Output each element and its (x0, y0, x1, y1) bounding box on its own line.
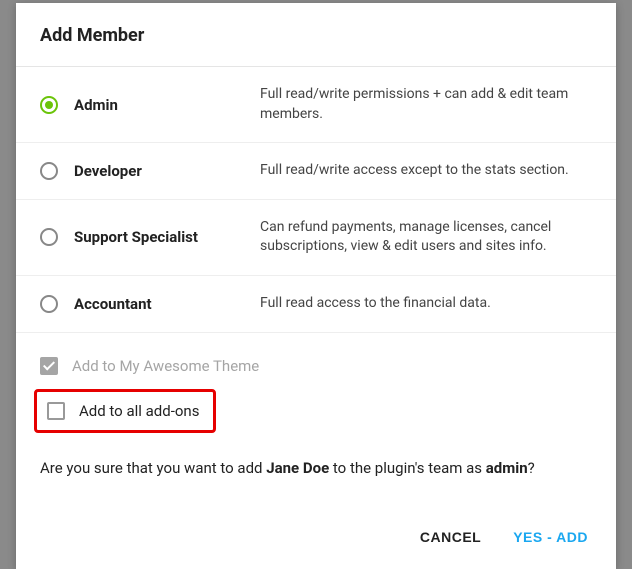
confirm-prefix: Are you sure that you want to add (40, 459, 266, 477)
role-desc: Full read/write permissions + can add & … (260, 85, 592, 124)
role-name: Accountant (74, 295, 244, 313)
cancel-button[interactable]: CANCEL (420, 529, 481, 545)
modal-header: Add Member (16, 3, 616, 67)
role-option-accountant[interactable]: Accountant Full read access to the finan… (16, 276, 616, 333)
highlight-box: Add to all add-ons (34, 389, 216, 433)
role-name: Developer (74, 162, 244, 180)
role-option-developer[interactable]: Developer Full read/write access except … (16, 143, 616, 200)
checkbox-label: Add to My Awesome Theme (72, 357, 259, 375)
modal-title: Add Member (40, 25, 592, 46)
confirm-mid: to the plugin's team as (329, 459, 486, 477)
confirm-button[interactable]: YES - ADD (513, 529, 588, 545)
checkbox-add-theme: Add to My Awesome Theme (40, 351, 592, 381)
confirm-name: Jane Doe (266, 459, 329, 477)
role-desc: Full read access to the financial data. (260, 294, 592, 314)
role-desc: Full read/write access except to the sta… (260, 161, 592, 181)
checkbox-section: Add to My Awesome Theme Add to all add-o… (16, 333, 616, 437)
checkbox-icon[interactable] (47, 402, 65, 420)
role-name: Admin (74, 96, 244, 114)
add-member-modal: Add Member Admin Full read/write permiss… (16, 3, 616, 569)
role-name: Support Specialist (74, 228, 244, 246)
radio-icon (40, 228, 58, 246)
confirm-suffix: ? (528, 459, 535, 477)
radio-icon (40, 295, 58, 313)
radio-icon (40, 96, 58, 114)
checkbox-icon (40, 357, 58, 375)
role-option-support[interactable]: Support Specialist Can refund payments, … (16, 200, 616, 276)
role-option-admin[interactable]: Admin Full read/write permissions + can … (16, 67, 616, 143)
modal-footer: CANCEL YES - ADD (16, 489, 616, 569)
role-list: Admin Full read/write permissions + can … (16, 67, 616, 333)
confirm-text: Are you sure that you want to add Jane D… (16, 437, 616, 490)
role-desc: Can refund payments, manage licenses, ca… (260, 218, 592, 257)
checkbox-label: Add to all add-ons (79, 402, 199, 420)
confirm-role: admin (486, 459, 528, 477)
radio-icon (40, 162, 58, 180)
